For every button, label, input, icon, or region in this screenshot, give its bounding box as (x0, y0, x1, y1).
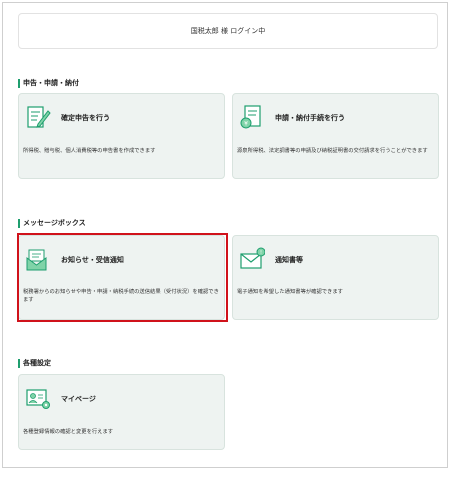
section-title-messages: メッセージボックス (18, 219, 86, 228)
card-title: 確定申告を行う (61, 114, 110, 122)
svg-text:¥: ¥ (244, 121, 248, 128)
card-description: 所得税、贈与税、個人消費税等の申告書を作成できます (23, 148, 156, 154)
svg-text:!: ! (260, 250, 262, 256)
highlight-frame (17, 233, 228, 322)
section-title-filing: 申告・申請・納付 (18, 79, 79, 88)
profile-gear-icon (26, 389, 50, 409)
card-title: 申請・納付手続を行う (275, 114, 345, 122)
card-title: マイページ (61, 395, 96, 403)
card-notices[interactable]: ! 通知書等 電子通知を希望した通知書等が確認できます (232, 235, 439, 320)
login-status-text: 国税太郎 様 ログイン中 (190, 27, 266, 35)
mail-notice-icon: ! (240, 247, 265, 269)
login-status-box: 国税太郎 様 ログイン中 (18, 13, 438, 49)
card-application-payment[interactable]: ¥ 申請・納付手続を行う 源泉所得税、法定調書等の申請及び納税証明書の交付請求を… (232, 93, 439, 179)
card-description: 電子通知を希望した通知書等が確認できます (237, 289, 343, 295)
card-tax-return[interactable]: 確定申告を行う 所得税、贈与税、個人消費税等の申告書を作成できます (18, 93, 225, 179)
card-title: 通知書等 (275, 256, 303, 264)
document-yen-icon: ¥ (240, 105, 261, 129)
card-my-page[interactable]: マイページ 各種登録情報の確認と変更を行えます (18, 374, 225, 450)
card-description: 各種登録情報の確認と変更を行えます (23, 429, 114, 435)
card-description: 源泉所得税、法定調書等の申請及び納税証明書の交付請求を行うことができます (237, 148, 428, 154)
section-title-settings: 各種設定 (18, 359, 51, 368)
document-pen-icon (27, 106, 51, 128)
